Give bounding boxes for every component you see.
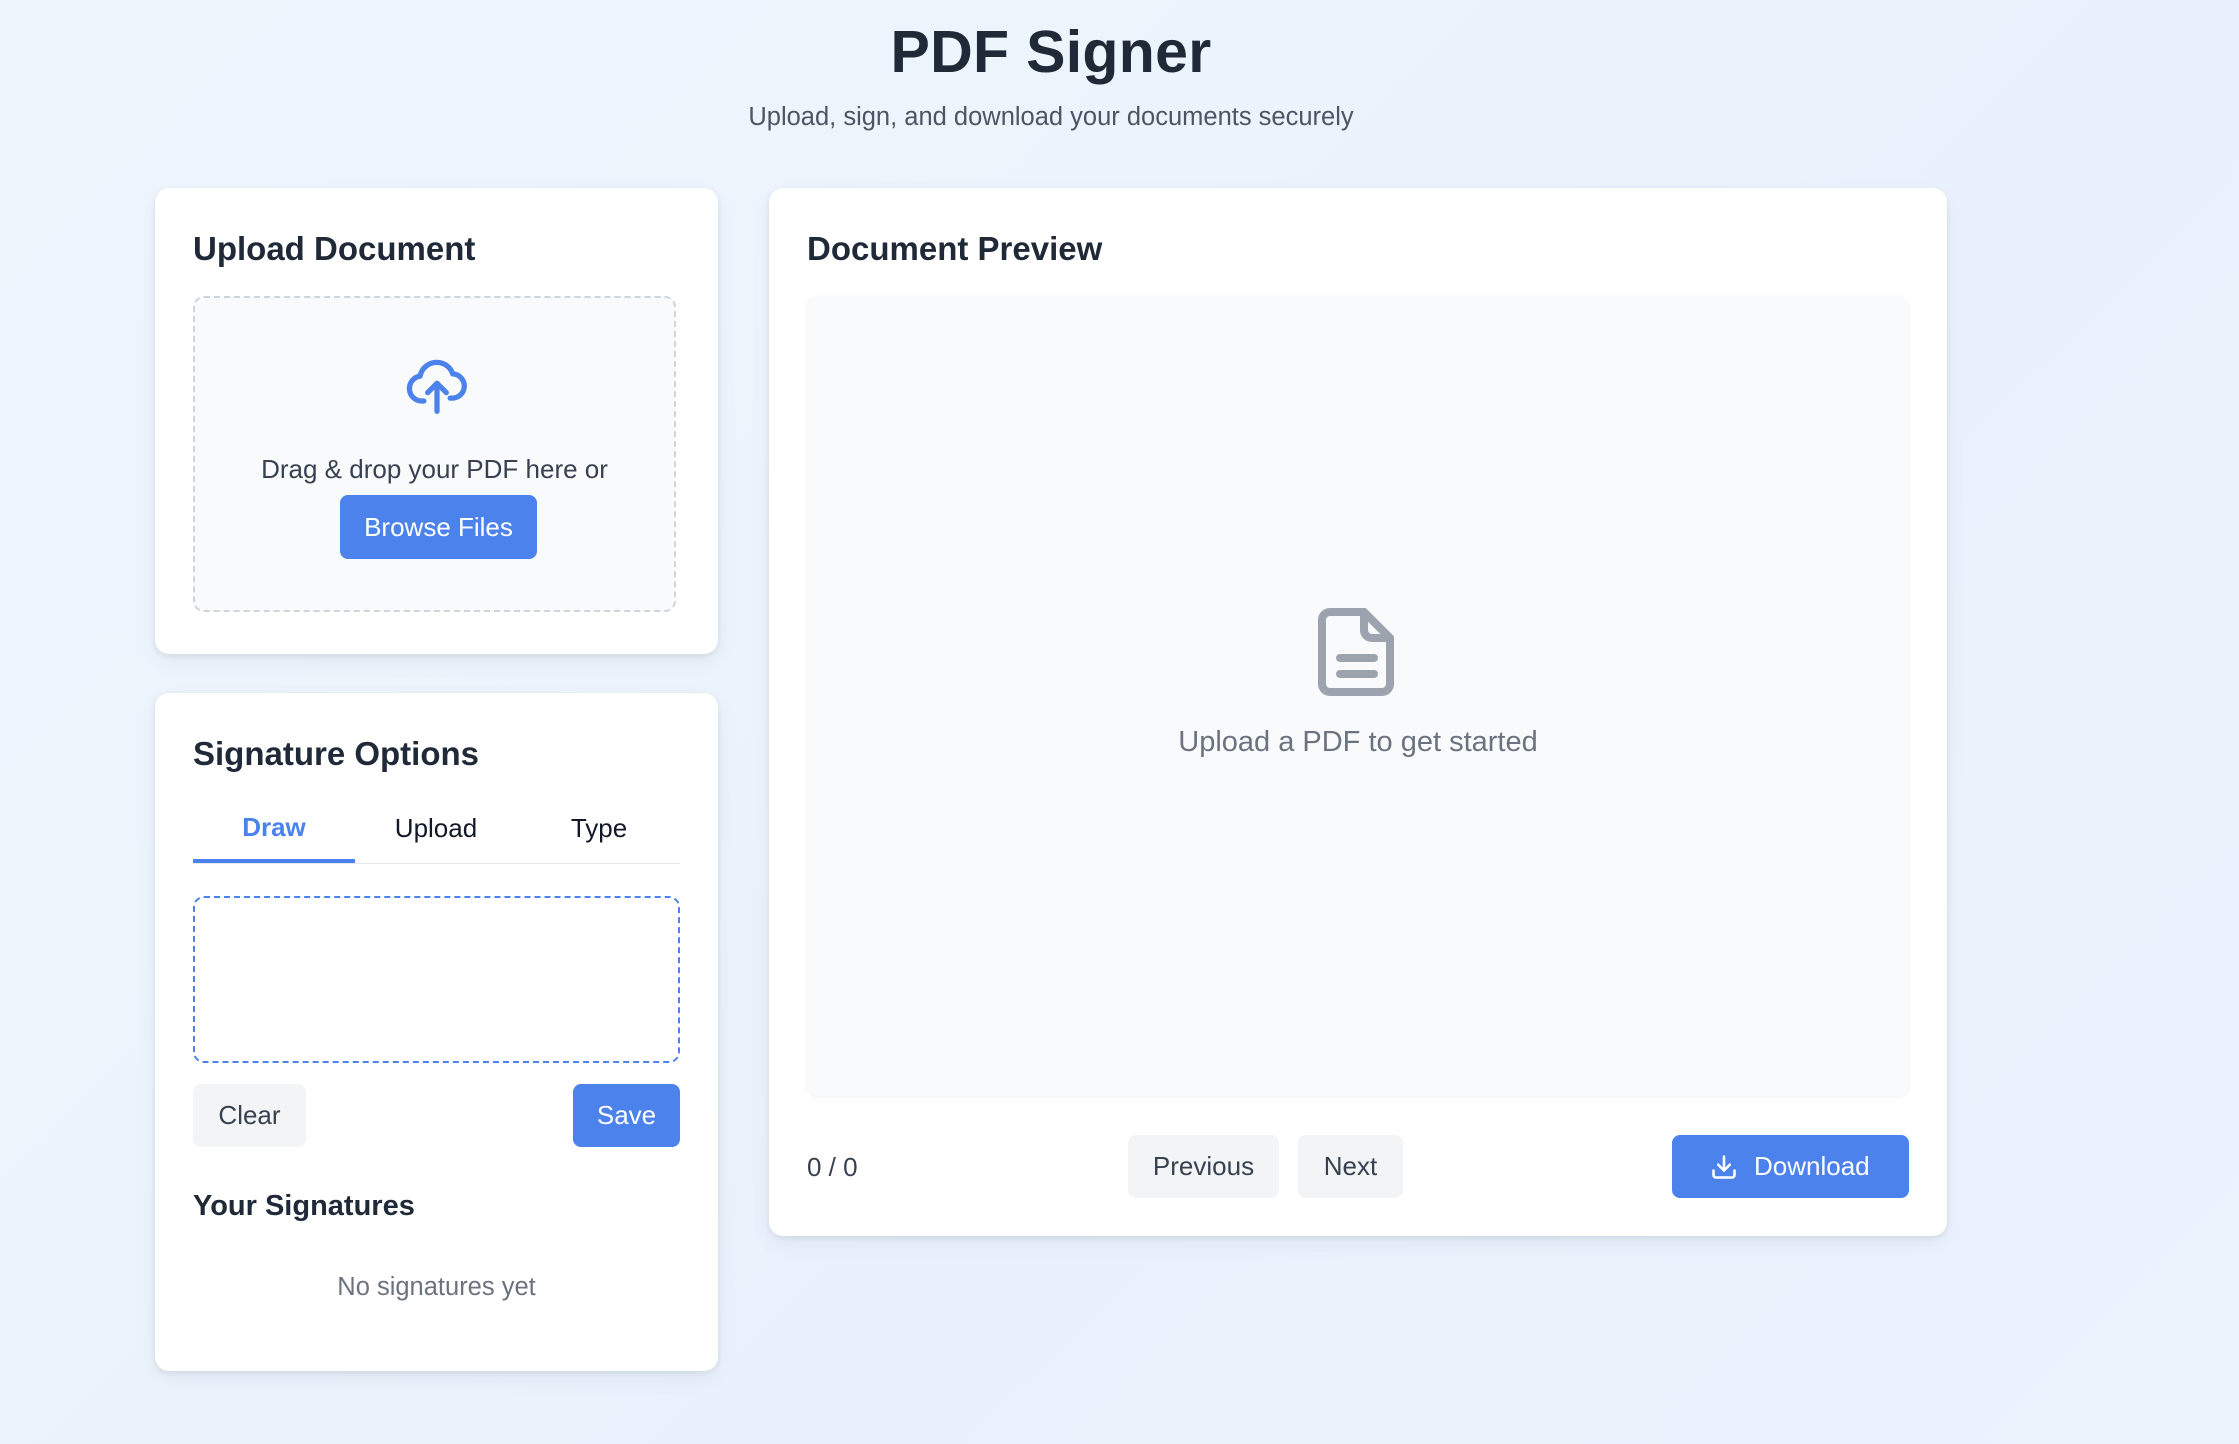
browse-files-button[interactable]: Browse Files: [340, 495, 537, 559]
dropzone-instructions: Drag & drop your PDF here or: [261, 454, 608, 484]
download-icon: [1712, 1155, 1736, 1179]
no-signatures-message: No signatures yet: [337, 1273, 536, 1301]
upload-document-card: Upload Document Drag & drop your PDF her…: [155, 188, 718, 654]
tab-upload[interactable]: Upload: [355, 801, 517, 863]
download-button[interactable]: Download: [1672, 1135, 1909, 1198]
app-subtitle: Upload, sign, and download your document…: [748, 103, 1354, 131]
preview-empty-message: Upload a PDF to get started: [1178, 726, 1538, 758]
signature-draw-pad[interactable]: [193, 896, 680, 1063]
download-label: Download: [1754, 1151, 1870, 1181]
signature-card-title: Signature Options: [193, 735, 480, 772]
cloud-upload-icon: [406, 359, 467, 414]
clear-button[interactable]: Clear: [193, 1084, 306, 1147]
document-preview-card: Document Preview Upload a PDF to get sta…: [769, 188, 1947, 1236]
save-button[interactable]: Save: [573, 1084, 680, 1147]
pdf-dropzone[interactable]: Drag & drop your PDF here or Browse File…: [193, 296, 676, 612]
tab-type[interactable]: Type: [518, 801, 680, 863]
signature-tabs: Draw Upload Type: [193, 801, 680, 864]
next-page-button[interactable]: Next: [1298, 1135, 1403, 1198]
document-icon: [1318, 608, 1394, 696]
pdf-preview-area: Upload a PDF to get started: [807, 296, 1909, 1096]
tab-draw[interactable]: Draw: [193, 801, 355, 863]
upload-card-title: Upload Document: [193, 230, 476, 267]
app-title: PDF Signer: [890, 19, 1212, 85]
signature-options-card: Signature Options Draw Upload Type Clear…: [155, 693, 718, 1371]
preview-card-title: Document Preview: [807, 230, 1103, 267]
previous-page-button[interactable]: Previous: [1128, 1135, 1279, 1198]
page-indicator: 0 / 0: [807, 1152, 858, 1182]
your-signatures-heading: Your Signatures: [193, 1190, 415, 1222]
